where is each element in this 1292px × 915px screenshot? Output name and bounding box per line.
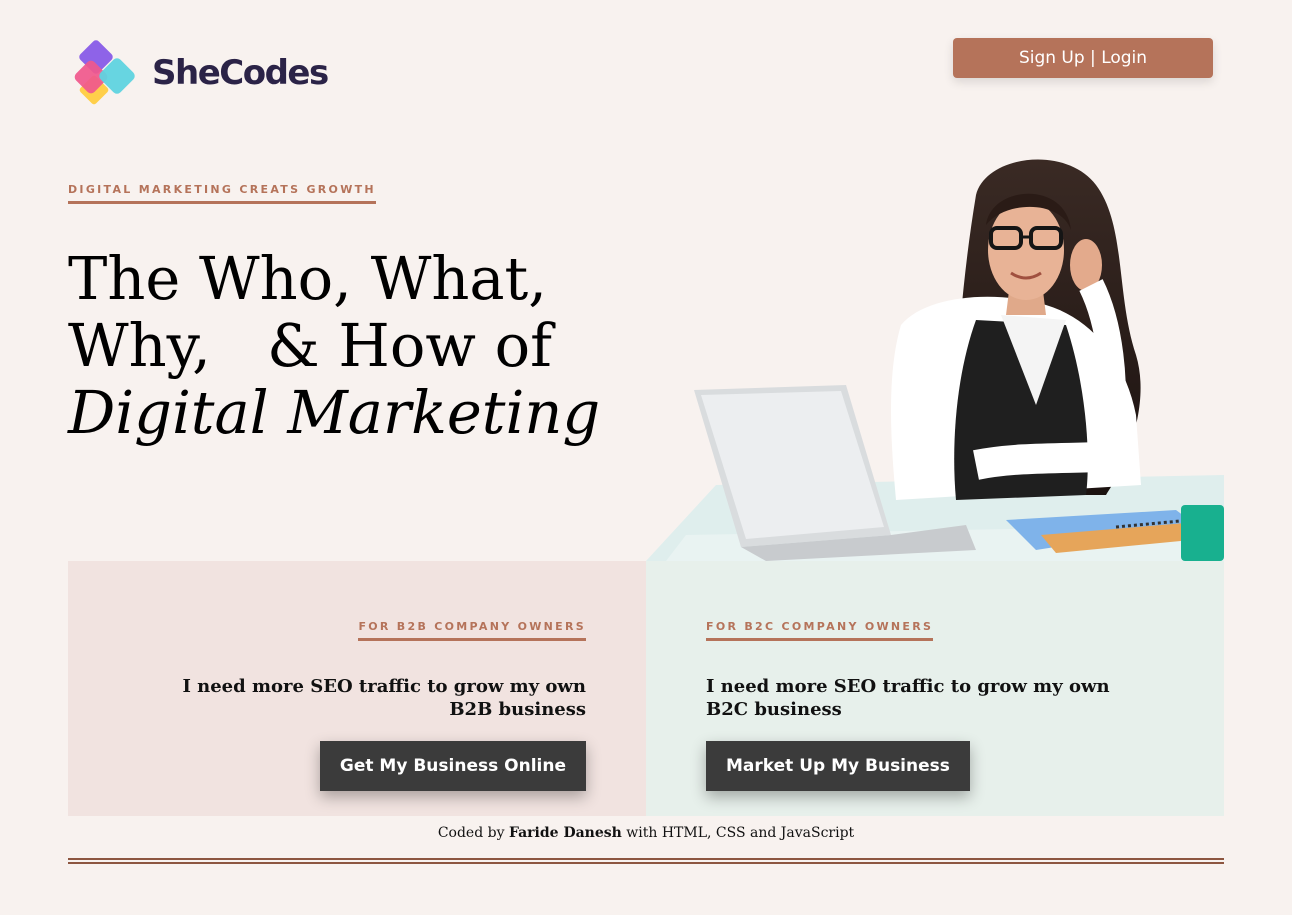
signup-login-button[interactable]: Sign Up | Login xyxy=(953,38,1213,78)
headline-line-italic: Digital Marketing xyxy=(68,378,601,447)
b2c-panel: FOR B2C COMPANY OWNERS I need more SEO t… xyxy=(646,561,1224,816)
b2b-question: I need more SEO traffic to grow my own B… xyxy=(182,676,586,720)
brand-name: SheCodes xyxy=(152,53,329,93)
b2b-panel: FOR B2B COMPANY OWNERS I need more SEO t… xyxy=(68,561,646,816)
footer-author-link[interactable]: Faride Danesh xyxy=(509,825,622,841)
shecodes-logo-icon xyxy=(74,40,135,105)
b2b-eyebrow: FOR B2B COMPANY OWNERS xyxy=(358,620,586,641)
logo[interactable]: SheCodes xyxy=(72,38,329,108)
b2c-question: I need more SEO traffic to grow my own B… xyxy=(706,676,1110,720)
get-business-online-button[interactable]: Get My Business Online xyxy=(319,741,586,791)
footer-divider xyxy=(68,858,1224,860)
headline-line: The Who, What, xyxy=(68,244,547,313)
footer-credit: Coded by Faride Danesh with HTML, CSS an… xyxy=(68,825,1224,841)
market-up-business-button[interactable]: Market Up My Business xyxy=(706,741,970,791)
b2c-eyebrow: FOR B2C COMPANY OWNERS xyxy=(706,620,934,641)
footer-divider xyxy=(68,862,1224,864)
footer-suffix: with HTML, CSS and JavaScript xyxy=(621,825,855,841)
hero-headline: The Who, What, Why, & How of Digital Mar… xyxy=(68,245,600,446)
footer-prefix: Coded by xyxy=(437,825,509,841)
headline-line: Why, & How of xyxy=(68,311,553,380)
woman-with-laptop-photo xyxy=(646,159,1224,561)
hero-eyebrow: DIGITAL MARKETING CREATS GROWTH xyxy=(68,183,376,204)
